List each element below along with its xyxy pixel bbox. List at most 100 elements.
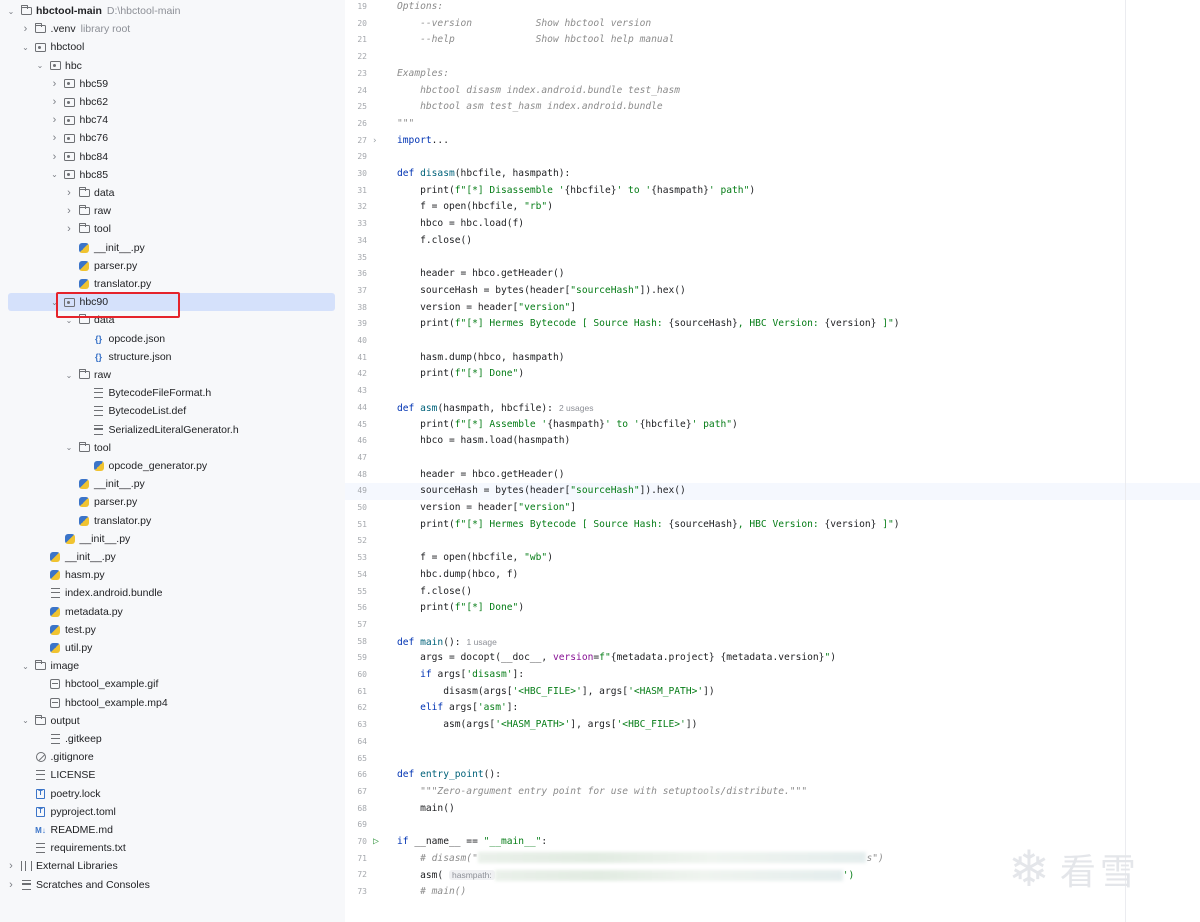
chevron-right-icon[interactable]: ›: [21, 23, 31, 35]
tree-item[interactable]: › hbc62: [0, 93, 345, 111]
tree-item[interactable]: ⌄ hbc85: [0, 166, 345, 184]
chevron-down-icon[interactable]: ⌄: [50, 170, 60, 179]
tree-item[interactable]: › .venv library root: [0, 20, 345, 38]
tree-item[interactable]: › Scratches and Consoles: [0, 876, 345, 894]
chevron-right-icon[interactable]: ›: [50, 114, 60, 126]
tree-item[interactable]: LICENSE: [0, 766, 345, 784]
tree-item[interactable]: ⌄ tool: [0, 439, 345, 457]
code-line[interactable]: 64: [345, 734, 1200, 751]
code-line[interactable]: 66 def entry_point():: [345, 767, 1200, 784]
chevron-down-icon[interactable]: ⌄: [21, 662, 31, 671]
code-line[interactable]: 57: [345, 617, 1200, 634]
code-line[interactable]: 39 print(f"[*] Hermes Bytecode [ Source …: [345, 316, 1200, 333]
tree-item[interactable]: test.py: [0, 621, 345, 639]
tree-item[interactable]: ⌄ hbctool-main D:\hbctool-main: [0, 2, 345, 20]
code-line[interactable]: 60 if args['disasm']:: [345, 667, 1200, 684]
tree-item[interactable]: › hbc59: [0, 75, 345, 93]
tree-item[interactable]: ⌄ hbctool: [0, 38, 345, 56]
code-editor[interactable]: 19 Options: 20 --version Show hbctool vers…: [345, 0, 1200, 922]
fold-icon[interactable]: ›: [372, 133, 377, 150]
chevron-right-icon[interactable]: ›: [50, 96, 60, 108]
code-line[interactable]: 58 def main(): 1 usage: [345, 634, 1200, 651]
code-line[interactable]: 67 """Zero-argument entry point for use …: [345, 784, 1200, 801]
tree-item[interactable]: ⌄ output: [0, 712, 345, 730]
code-line[interactable]: 41 hasm.dump(hbco, hasmpath): [345, 350, 1200, 367]
chevron-right-icon[interactable]: ›: [6, 879, 16, 891]
tree-item[interactable]: util.py: [0, 639, 345, 657]
chevron-down-icon[interactable]: ⌄: [35, 61, 45, 70]
tree-item[interactable]: translator.py: [0, 512, 345, 530]
chevron-down-icon[interactable]: ⌄: [21, 43, 31, 52]
tree-item[interactable]: requirements.txt: [0, 839, 345, 857]
tree-item[interactable]: ⌄ hbc: [0, 57, 345, 75]
code-line[interactable]: 30 def disasm(hbcfile, hasmpath):: [345, 166, 1200, 183]
code-line[interactable]: 22: [345, 49, 1200, 66]
code-line[interactable]: 51 print(f"[*] Hermes Bytecode [ Source …: [345, 517, 1200, 534]
code-line[interactable]: 34 f.close(): [345, 233, 1200, 250]
tree-item[interactable]: hbctool_example.mp4: [0, 694, 345, 712]
usages-hint[interactable]: 2 usages: [559, 403, 594, 413]
code-line[interactable]: 48 header = hbco.getHeader(): [345, 467, 1200, 484]
chevron-right-icon[interactable]: ›: [50, 151, 60, 163]
tree-item[interactable]: › tool: [0, 220, 345, 238]
tree-item[interactable]: BytecodeFileFormat.h: [0, 384, 345, 402]
chevron-down-icon[interactable]: ⌄: [6, 7, 16, 16]
code-line[interactable]: 40: [345, 333, 1200, 350]
code-line[interactable]: 56 print(f"[*] Done"): [345, 600, 1200, 617]
tree-item[interactable]: __init__.py: [0, 239, 345, 257]
code-line[interactable]: 54 hbc.dump(hbco, f): [345, 567, 1200, 584]
tree-item[interactable]: Tpoetry.lock: [0, 785, 345, 803]
code-line[interactable]: 32 f = open(hbcfile, "rb"): [345, 199, 1200, 216]
chevron-down-icon[interactable]: ⌄: [21, 716, 31, 725]
tree-item[interactable]: metadata.py: [0, 603, 345, 621]
tree-item[interactable]: __init__.py: [0, 530, 345, 548]
code-line[interactable]: 44 def asm(hasmpath, hbcfile): 2 usages: [345, 400, 1200, 417]
chevron-right-icon[interactable]: ›: [64, 223, 74, 235]
code-line[interactable]: 65: [345, 751, 1200, 768]
code-line[interactable]: 25 hbctool asm test_hasm index.android.b…: [345, 99, 1200, 116]
chevron-right-icon[interactable]: ›: [50, 132, 60, 144]
code-line[interactable]: 49 sourceHash = bytes(header["sourceHash…: [345, 483, 1200, 500]
code-line[interactable]: 19 Options:: [345, 0, 1200, 16]
code-line[interactable]: 31 print(f"[*] Disassemble '{hbcfile}' t…: [345, 183, 1200, 200]
chevron-right-icon[interactable]: ›: [64, 205, 74, 217]
tree-item[interactable]: M↓ README.md: [0, 821, 345, 839]
code-line[interactable]: 21 --help Show hbctool help manual: [345, 32, 1200, 49]
tree-item[interactable]: › raw: [0, 202, 345, 220]
tree-item[interactable]: › hbc84: [0, 148, 345, 166]
tree-item[interactable]: parser.py: [0, 257, 345, 275]
chevron-right-icon[interactable]: ›: [50, 78, 60, 90]
code-line[interactable]: 45 print(f"[*] Assemble '{hasmpath}' to …: [345, 417, 1200, 434]
code-line[interactable]: 26 """: [345, 116, 1200, 133]
code-line[interactable]: 43: [345, 383, 1200, 400]
code-line[interactable]: 47: [345, 450, 1200, 467]
tree-item[interactable]: opcode_generator.py: [0, 457, 345, 475]
tree-item[interactable]: › data: [0, 184, 345, 202]
code-line[interactable]: 27 › import...: [345, 133, 1200, 150]
tree-item[interactable]: › hbc76: [0, 129, 345, 147]
tree-item[interactable]: › hbc74: [0, 111, 345, 129]
tree-item[interactable]: parser.py: [0, 493, 345, 511]
chevron-right-icon[interactable]: ›: [6, 860, 16, 872]
tree-item[interactable]: ⌄ image: [0, 657, 345, 675]
tree-item[interactable]: › External Libraries: [0, 857, 345, 875]
chevron-right-icon[interactable]: ›: [64, 187, 74, 199]
tree-item[interactable]: SerializedLiteralGenerator.h: [0, 421, 345, 439]
tree-item[interactable]: __init__.py: [0, 548, 345, 566]
tree-item[interactable]: hasm.py: [0, 566, 345, 584]
tree-item[interactable]: BytecodeList.def: [0, 402, 345, 420]
usages-hint[interactable]: 1 usage: [467, 637, 497, 647]
code-line[interactable]: 35: [345, 250, 1200, 267]
run-icon[interactable]: ▷: [373, 834, 379, 851]
code-line[interactable]: 55 f.close(): [345, 584, 1200, 601]
code-line[interactable]: 38 version = header["version"]: [345, 300, 1200, 317]
code-line[interactable]: 61 disasm(args['<HBC_FILE>'], args['<HAS…: [345, 684, 1200, 701]
code-line[interactable]: 50 version = header["version"]: [345, 500, 1200, 517]
code-line[interactable]: 53 f = open(hbcfile, "wb"): [345, 550, 1200, 567]
tree-item[interactable]: {} opcode.json: [0, 330, 345, 348]
code-line[interactable]: 20 --version Show hbctool version: [345, 16, 1200, 33]
code-line[interactable]: 24 hbctool disasm index.android.bundle t…: [345, 83, 1200, 100]
code-line[interactable]: 46 hbco = hasm.load(hasmpath): [345, 433, 1200, 450]
tree-item[interactable]: ⌄ raw: [0, 366, 345, 384]
code-line[interactable]: 37 sourceHash = bytes(header["sourceHash…: [345, 283, 1200, 300]
